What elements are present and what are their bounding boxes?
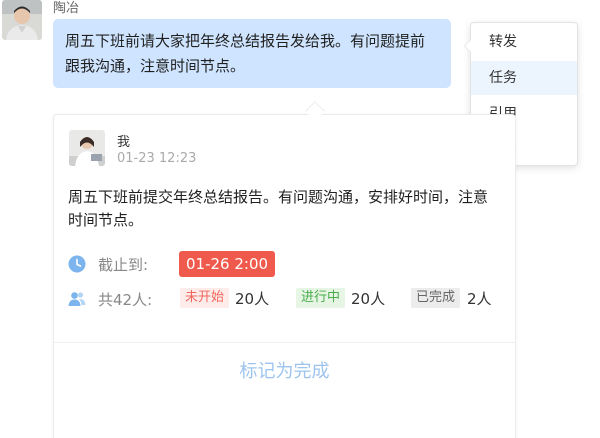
author-name: 我 xyxy=(117,135,131,150)
people-icon xyxy=(68,290,86,308)
message-text: 周五下班前请大家把年终总结报告发给我。有问题提前跟我沟通，注意时间节点。 xyxy=(65,32,426,75)
task-content: 周五下班前提交年终总结报告。有问题沟通，安排好时间，注意时间节点。 xyxy=(68,188,489,229)
clock-icon xyxy=(68,255,86,273)
deadline-label: 截止到: xyxy=(98,255,149,274)
status-done-tag[interactable]: 已完成 xyxy=(411,288,461,308)
deadline-row: 截止到: xyxy=(68,251,148,277)
menu-item-task[interactable]: 任务 xyxy=(471,61,577,95)
sender-avatar-image xyxy=(2,0,42,40)
card-divider xyxy=(54,342,515,343)
participants-row: 共42人: xyxy=(68,287,152,311)
task-timestamp: 01-23 12:23 xyxy=(117,151,197,166)
status-done-count: 2人 xyxy=(467,290,492,308)
sender-name: 陶冶 xyxy=(53,1,80,16)
menu-item-forward[interactable]: 转发 xyxy=(471,25,577,59)
participants-label: 共42人: xyxy=(98,290,153,309)
deadline-badge[interactable]: 01-26 2:00 xyxy=(179,251,276,277)
message-bubble[interactable]: 周五下班前请大家把年终总结报告发给我。有问题提前跟我沟通，注意时间节点。 xyxy=(53,19,451,88)
mark-done-button[interactable]: 标记为完成 xyxy=(54,352,515,392)
author-avatar-image xyxy=(69,130,105,166)
status-in-progress-count: 20人 xyxy=(351,290,386,308)
status-in-progress-tag[interactable]: 进行中 xyxy=(296,288,346,308)
status-not-started-count: 20人 xyxy=(235,290,270,308)
sender-avatar[interactable] xyxy=(2,0,42,40)
status-not-started-tag[interactable]: 未开始 xyxy=(180,288,230,308)
author-avatar[interactable] xyxy=(69,130,105,166)
